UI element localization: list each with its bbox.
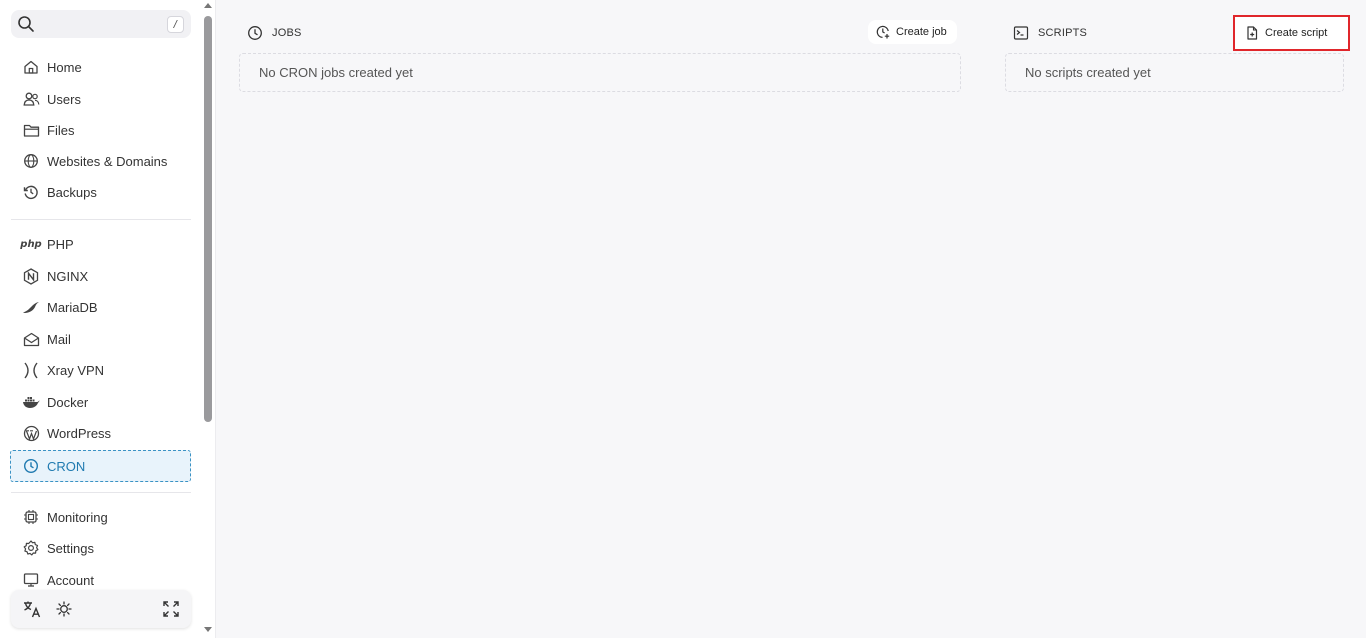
sidebar-item-label: NGINX <box>47 268 89 284</box>
mail-icon <box>21 329 41 349</box>
sidebar-item-backups[interactable]: Backups <box>11 177 191 207</box>
jobs-empty-state: No CRON jobs created yet <box>239 53 961 92</box>
sidebar-item-label: Files <box>47 122 75 138</box>
sidebar-item-settings[interactable]: Settings <box>11 533 191 563</box>
sidebar-footer-toolbar <box>11 590 191 628</box>
jobs-panel-header: JOBS <box>247 25 302 41</box>
scripts-title: SCRIPTS <box>1038 27 1088 39</box>
create-job-button[interactable]: Create job <box>868 20 957 44</box>
sidebar-divider <box>11 492 191 493</box>
scroll-down-arrow-icon[interactable] <box>204 627 212 632</box>
chip-icon <box>21 507 41 527</box>
sidebar-item-label: Backups <box>47 184 97 200</box>
sidebar-item-wordpress[interactable]: WordPress <box>11 418 191 448</box>
nginx-icon <box>21 266 41 286</box>
scripts-empty-state: No scripts created yet <box>1005 53 1344 92</box>
sidebar-item-label: Monitoring <box>47 509 108 525</box>
sun-icon[interactable] <box>54 599 74 619</box>
xray-icon <box>21 360 41 380</box>
sidebar-item-cron[interactable]: CRON <box>10 450 191 482</box>
sidebar-item-php[interactable]: php PHP <box>11 229 191 259</box>
sidebar-item-label: Docker <box>47 394 89 410</box>
mariadb-icon <box>21 297 41 317</box>
sidebar-item-label: Mail <box>47 331 71 347</box>
sidebar-item-label: CRON <box>47 458 86 474</box>
sidebar-scrollbar[interactable] <box>200 0 216 638</box>
create-script-button[interactable]: Create script <box>1233 15 1350 51</box>
translate-icon[interactable] <box>22 599 42 619</box>
sidebar-item-label: WordPress <box>47 425 112 441</box>
sidebar-item-users[interactable]: Users <box>11 84 191 114</box>
search-icon <box>18 16 34 32</box>
sidebar-item-mariadb[interactable]: MariaDB <box>11 292 191 322</box>
users-icon <box>21 89 41 109</box>
jobs-empty-text: No CRON jobs created yet <box>259 65 413 80</box>
monitor-icon <box>21 570 41 590</box>
clock-plus-icon <box>876 25 890 39</box>
file-plus-icon <box>1247 26 1258 40</box>
sidebar-item-docker[interactable]: Docker <box>11 387 191 417</box>
sidebar-divider <box>11 219 191 220</box>
sidebar-item-label: Home <box>47 59 82 75</box>
sidebar-item-label: Websites & Domains <box>47 153 168 169</box>
sidebar-item-mail[interactable]: Mail <box>11 324 191 354</box>
clock-icon <box>21 456 41 476</box>
sidebar-item-label: PHP <box>47 236 74 252</box>
sidebar-item-nginx[interactable]: NGINX <box>11 261 191 291</box>
history-icon <box>21 182 41 202</box>
sidebar-item-label: Users <box>47 91 81 107</box>
clock-icon <box>248 26 262 40</box>
scripts-panel-header: SCRIPTS <box>1013 25 1087 41</box>
sidebar-item-websites[interactable]: Websites & Domains <box>11 146 191 176</box>
scripts-empty-text: No scripts created yet <box>1025 65 1151 80</box>
search-input[interactable]: / <box>11 10 191 38</box>
folder-icon <box>21 120 41 140</box>
php-icon: php <box>20 238 42 250</box>
terminal-icon <box>1013 26 1029 40</box>
scroll-up-arrow-icon[interactable] <box>204 3 212 8</box>
sidebar-item-xray[interactable]: Xray VPN <box>11 355 191 385</box>
sidebar-item-monitoring[interactable]: Monitoring <box>11 502 191 532</box>
create-job-label: Create job <box>896 26 947 38</box>
gear-icon <box>21 538 41 558</box>
docker-icon <box>21 392 41 412</box>
sidebar-item-label: Account <box>47 572 94 588</box>
jobs-title: JOBS <box>272 27 302 39</box>
sidebar: / Home Users Files Websites & Domains Ba… <box>0 0 200 638</box>
fullscreen-icon[interactable] <box>161 599 181 619</box>
sidebar-item-label: MariaDB <box>47 299 98 315</box>
sidebar-item-label: Settings <box>47 540 94 556</box>
create-script-label: Create script <box>1265 27 1328 39</box>
shortcut-key-badge: / <box>167 16 184 33</box>
sidebar-item-home[interactable]: Home <box>11 52 191 82</box>
scrollbar-thumb[interactable] <box>204 16 212 422</box>
globe-icon <box>21 151 41 171</box>
home-icon <box>21 57 41 77</box>
sidebar-item-files[interactable]: Files <box>11 115 191 145</box>
sidebar-item-label: Xray VPN <box>47 362 105 378</box>
wordpress-icon <box>21 423 41 443</box>
